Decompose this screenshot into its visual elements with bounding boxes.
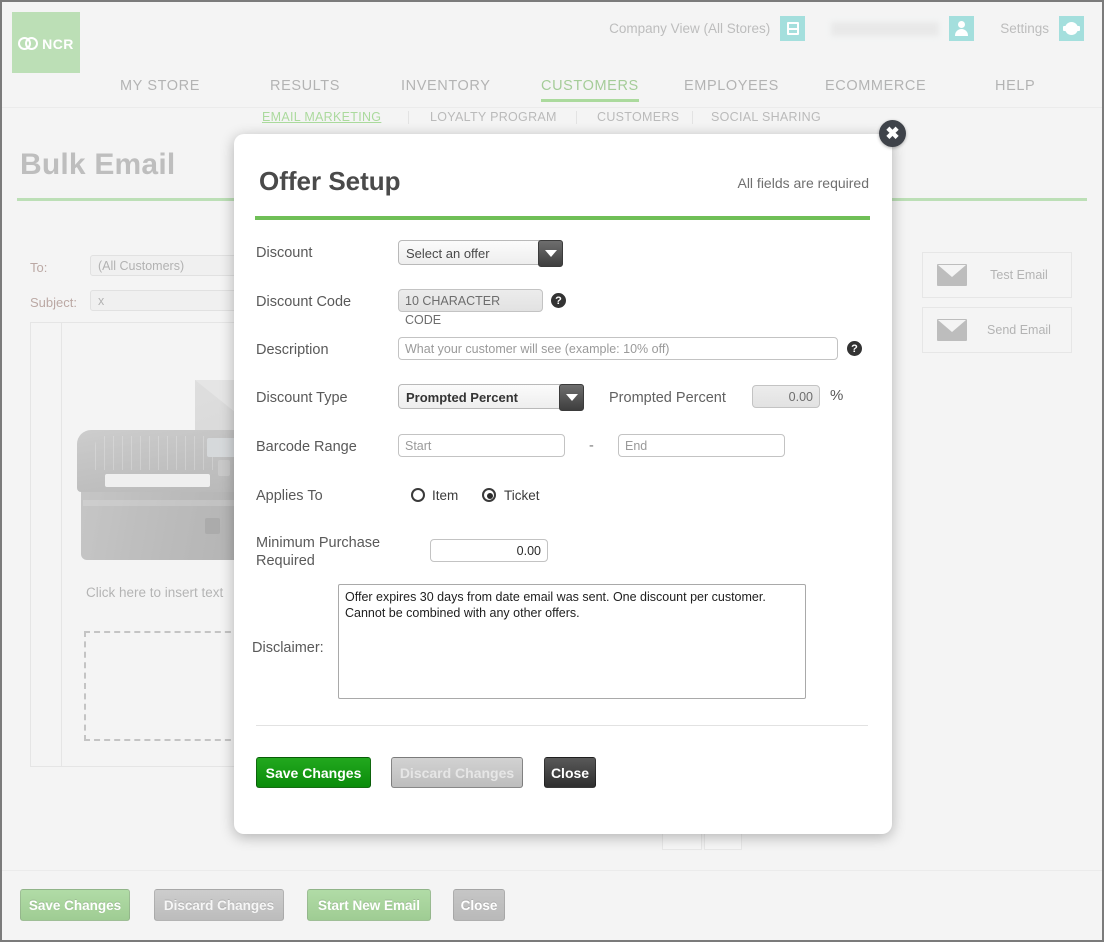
min-purchase-label: Minimum Purchase Required <box>256 535 381 569</box>
chevron-down-icon[interactable] <box>538 240 563 267</box>
radio-item[interactable] <box>411 488 425 502</box>
applies-to-label: Applies To <box>256 488 323 504</box>
barcode-start-field[interactable]: Start <box>398 434 565 457</box>
dialog-close-button[interactable]: Close <box>544 757 596 788</box>
discount-code-field[interactable]: 10 CHARACTER CODE <box>398 289 543 327</box>
radio-ticket-label[interactable]: Ticket <box>504 488 540 503</box>
discount-label: Discount <box>256 245 313 261</box>
dialog-save-button[interactable]: Save Changes <box>256 757 371 788</box>
application-window: NCR Company View (All Stores) Settings M… <box>0 0 1104 942</box>
disclaimer-textarea[interactable]: Offer expires 30 days from date email wa… <box>338 584 806 699</box>
radio-ticket[interactable] <box>482 488 496 502</box>
discount-type-value: Prompted Percent <box>406 390 518 405</box>
footer-divider <box>256 725 868 726</box>
disclaimer-label: Disclaimer: <box>252 640 324 656</box>
help-icon[interactable]: ? <box>551 293 566 308</box>
barcode-range-label: Barcode Range <box>256 439 357 455</box>
percent-symbol: % <box>830 387 844 404</box>
close-icon[interactable]: ✖ <box>879 120 906 147</box>
radio-item-label[interactable]: Item <box>432 488 458 503</box>
offer-setup-dialog: Offer Setup All fields are required Disc… <box>234 134 892 834</box>
min-purchase-field[interactable]: 0.00 <box>430 539 548 562</box>
description-label: Description <box>256 342 329 358</box>
discount-code-label: Discount Code <box>256 294 352 310</box>
discount-type-select[interactable]: Prompted Percent <box>398 384 584 411</box>
prompted-percent-field[interactable]: 0.00 <box>752 385 820 408</box>
required-note: All fields are required <box>737 175 869 191</box>
barcode-range-dash: - <box>589 438 594 454</box>
dialog-discard-button[interactable]: Discard Changes <box>391 757 523 788</box>
discount-select-value: Select an offer <box>406 246 490 261</box>
prompted-percent-label: Prompted Percent <box>609 390 726 406</box>
barcode-end-field[interactable]: End <box>618 434 785 457</box>
chevron-down-icon-2[interactable] <box>559 384 584 411</box>
discount-select[interactable]: Select an offer <box>398 240 563 267</box>
help-icon-description[interactable]: ? <box>847 341 862 356</box>
description-field[interactable]: What your customer will see (example: 10… <box>398 337 838 360</box>
dialog-title: Offer Setup <box>259 166 401 196</box>
discount-type-label: Discount Type <box>256 390 348 406</box>
dialog-title-divider <box>255 216 870 220</box>
